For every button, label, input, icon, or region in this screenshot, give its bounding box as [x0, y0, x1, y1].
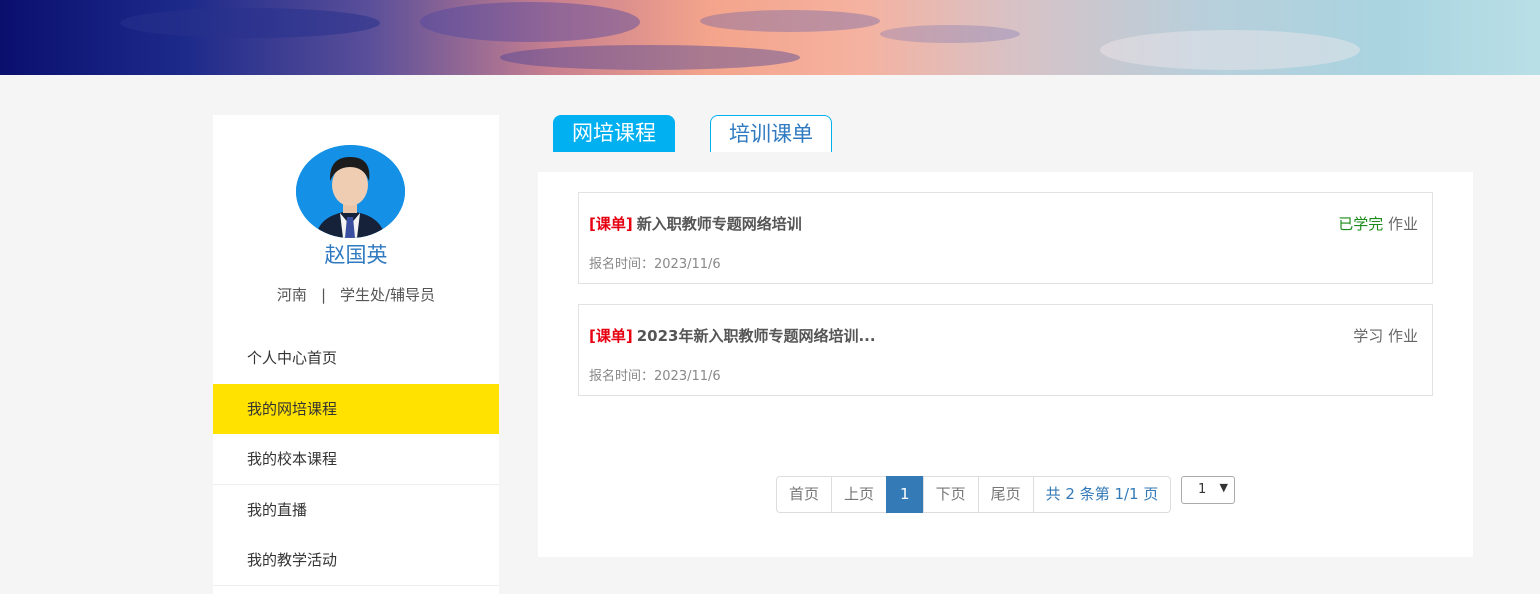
prev-page-button[interactable]: 上页: [831, 476, 888, 513]
menu-item-teaching-activities[interactable]: 我的教学活动: [213, 535, 499, 586]
sidebar: 赵国英 河南 | 学生处/辅导员 个人中心首页 我的网培课程 我的校本课程 我的直播…: [213, 115, 499, 594]
user-meta: 河南 | 学生处/辅导员: [213, 284, 499, 305]
user-name: 赵国英: [324, 243, 388, 267]
page-select[interactable]: 1 ▼: [1181, 476, 1235, 504]
course-title-text[interactable]: 新入职教师专题网络培训: [637, 215, 802, 233]
current-page[interactable]: 1: [886, 476, 924, 513]
course-card: [课单] 2023年新入职教师专题网络培训... 报名时间：2023/11/6 学…: [578, 304, 1433, 396]
user-department: 学生处/辅导员: [340, 286, 436, 304]
course-tag: [课单]: [589, 215, 633, 233]
course-actions: 学习 作业: [1353, 325, 1418, 346]
course-actions: 已学完 作业: [1338, 213, 1418, 234]
last-page-button[interactable]: 尾页: [977, 476, 1034, 513]
course-title[interactable]: [课单] 2023年新入职教师专题网络培训...: [589, 325, 876, 346]
chevron-down-icon: ▼: [1219, 481, 1228, 494]
course-date: 报名时间：2023/11/6: [589, 365, 721, 384]
status-completed: 已学完: [1338, 215, 1384, 233]
first-page-button[interactable]: 首页: [776, 476, 833, 513]
header-banner: [0, 0, 1540, 75]
next-page-button[interactable]: 下页: [922, 476, 979, 513]
menu-item-home[interactable]: 个人中心首页: [213, 333, 499, 384]
date-label: 报名时间：: [589, 369, 655, 384]
pagination: 首页 上页 1 下页 尾页 共 2 条第 1/1 页: [776, 476, 1172, 513]
menu-item-online-courses[interactable]: 我的网培课程: [213, 383, 499, 434]
course-tag: [课单]: [589, 327, 633, 345]
user-region: 河南: [276, 286, 307, 304]
study-link[interactable]: 学习: [1353, 327, 1383, 345]
meta-separator: |: [320, 286, 326, 304]
homework-link[interactable]: 作业: [1388, 215, 1418, 233]
sidebar-menu: 个人中心首页 我的网培课程 我的校本课程 我的直播 我的教学活动: [213, 333, 499, 586]
page-info: 共 2 条第 1/1 页: [1032, 476, 1172, 513]
course-panel: [课单] 新入职教师专题网络培训 报名时间：2023/11/6 已学完 作业 [课…: [538, 172, 1473, 557]
menu-item-school-courses[interactable]: 我的校本课程: [213, 434, 499, 485]
tab-online-courses[interactable]: 网培课程: [553, 115, 675, 152]
course-date: 报名时间：2023/11/6: [589, 253, 721, 272]
tab-training-list[interactable]: 培训课单: [710, 115, 832, 152]
date-label: 报名时间：: [589, 257, 655, 272]
menu-item-live[interactable]: 我的直播: [213, 485, 499, 536]
course-title[interactable]: [课单] 新入职教师专题网络培训: [589, 213, 802, 234]
date-value: 2023/11/6: [654, 257, 721, 272]
date-value: 2023/11/6: [654, 369, 721, 384]
course-card: [课单] 新入职教师专题网络培训 报名时间：2023/11/6 已学完 作业: [578, 192, 1433, 284]
avatar[interactable]: [296, 145, 405, 238]
course-title-text[interactable]: 2023年新入职教师专题网络培训...: [637, 327, 876, 345]
page-select-value: 1: [1198, 482, 1207, 497]
homework-link[interactable]: 作业: [1388, 327, 1418, 345]
